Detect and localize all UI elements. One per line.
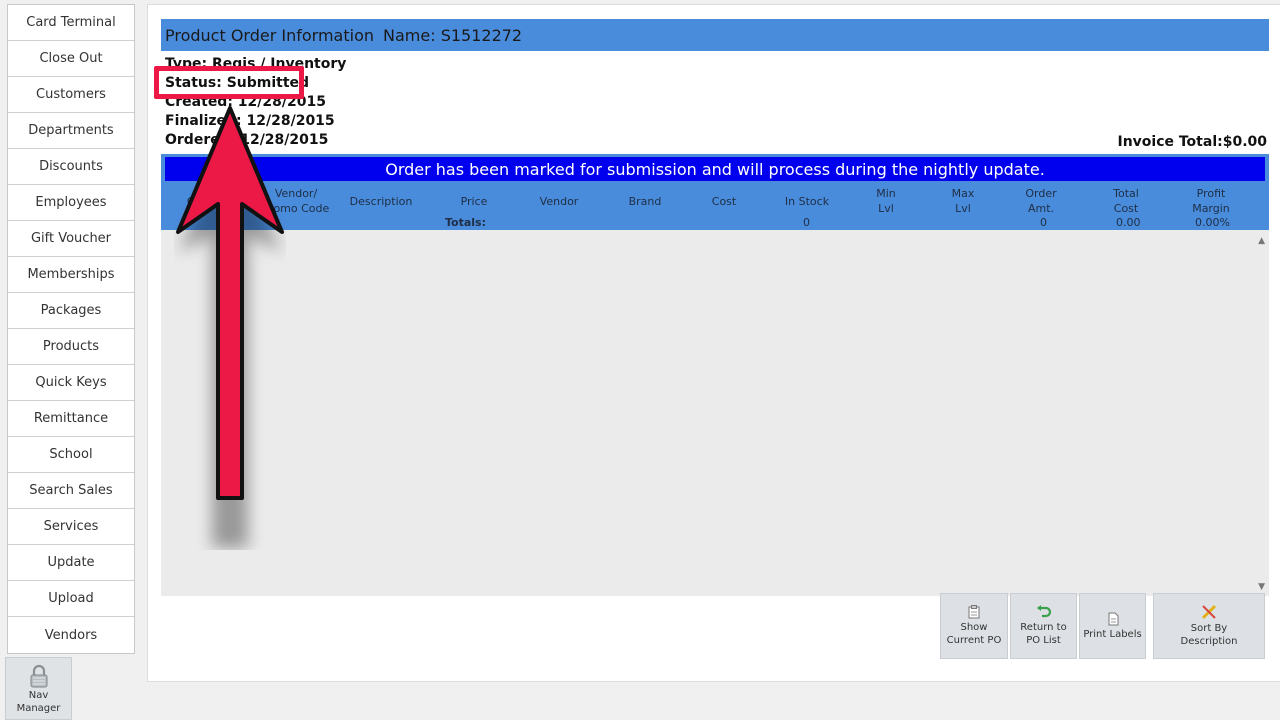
sort-desc-label-1: Sort By — [1190, 623, 1228, 634]
status-highlight-box — [154, 66, 304, 99]
sidebar-item-packages[interactable]: Packages — [8, 293, 134, 329]
clipboard-icon — [968, 605, 980, 619]
sidebar-item-vendors[interactable]: Vendors — [8, 617, 134, 653]
page-title-bar: Product Order Information Name: S1512272 — [161, 19, 1269, 51]
col-code[interactable]: Code — [171, 186, 231, 216]
col-brand[interactable]: Brand — [612, 186, 678, 216]
totals-in-stock: 0 — [803, 216, 810, 229]
totals-total-cost: 0.00 — [1116, 216, 1141, 229]
sidebar-item-gift-voucher[interactable]: Gift Voucher — [8, 221, 134, 257]
submission-message: Order has been marked for submission and… — [165, 157, 1265, 181]
col-cost[interactable]: Cost — [694, 186, 754, 216]
col-vendor[interactable]: Vendor — [526, 186, 592, 216]
invoice-total: Invoice Total:$0.00 — [1117, 134, 1267, 150]
sidebar-item-products[interactable]: Products — [8, 329, 134, 365]
print-labels-label: Print Labels — [1083, 628, 1142, 640]
sort-by-description-button[interactable]: Sort By Description — [1153, 593, 1265, 659]
scroll-up-icon[interactable]: ▲ — [1258, 236, 1265, 246]
sidebar-item-services[interactable]: Services — [8, 509, 134, 545]
sidebar-nav: Card Terminal Close Out Customers Depart… — [7, 4, 135, 654]
col-profit-margin[interactable]: Profit Margin — [1181, 186, 1241, 216]
sidebar-item-customers[interactable]: Customers — [8, 77, 134, 113]
sidebar-item-card-terminal[interactable]: Card Terminal — [8, 5, 134, 41]
col-total-cost[interactable]: Total Cost — [1096, 186, 1156, 216]
totals-profit-margin: 0.00% — [1195, 216, 1230, 229]
col-max-lvl[interactable]: Max Lvl — [933, 186, 993, 216]
sidebar-item-update[interactable]: Update — [8, 545, 134, 581]
grid-header: Code Vendor/Promo Code Description Price… — [161, 184, 1269, 230]
sidebar-item-remittance[interactable]: Remittance — [8, 401, 134, 437]
col-in-stock[interactable]: In Stock — [774, 186, 840, 216]
sidebar-item-school[interactable]: School — [8, 437, 134, 473]
show-po-label-2: Current PO — [946, 635, 1002, 646]
order-grid: Order has been marked for submission and… — [161, 154, 1269, 596]
return-po-label-2: PO List — [1026, 635, 1061, 646]
col-order-amt[interactable]: Order Amt. — [1011, 186, 1071, 216]
pencil-icon — [1201, 604, 1217, 620]
sidebar-item-close-out[interactable]: Close Out — [8, 41, 134, 77]
print-labels-button[interactable]: Print Labels — [1079, 593, 1146, 659]
totals-order-amt: 0 — [1040, 216, 1047, 229]
show-po-label-1: Show — [960, 622, 988, 633]
document-icon — [1108, 612, 1118, 625]
nav-manager-label-2: Manager — [16, 703, 61, 714]
sidebar-item-upload[interactable]: Upload — [8, 581, 134, 617]
sidebar-item-quick-keys[interactable]: Quick Keys — [8, 365, 134, 401]
totals-label: Totals: — [445, 216, 486, 229]
sidebar-item-discounts[interactable]: Discounts — [8, 149, 134, 185]
lock-icon — [30, 664, 47, 688]
order-ordered: Ordered: 12/28/2015 — [165, 132, 329, 148]
col-min-lvl[interactable]: Min Lvl — [856, 186, 916, 216]
scroll-down-icon[interactable]: ▼ — [1258, 582, 1265, 592]
grid-body[interactable]: ▲ ▼ — [161, 230, 1269, 596]
return-icon — [1036, 605, 1051, 618]
page-title: Product Order Information — [165, 25, 375, 45]
order-name: Name: S1512272 — [383, 25, 523, 45]
sidebar-item-memberships[interactable]: Memberships — [8, 257, 134, 293]
col-price[interactable]: Price — [441, 186, 507, 216]
show-current-po-button[interactable]: Show Current PO — [940, 593, 1008, 659]
nav-manager-label-1: Nav — [28, 690, 49, 701]
return-po-label-1: Return to — [1020, 622, 1067, 633]
sort-desc-label-2: Description — [1180, 636, 1238, 647]
sidebar-item-search-sales[interactable]: Search Sales — [8, 473, 134, 509]
submission-banner: Order has been marked for submission and… — [161, 154, 1269, 184]
col-description[interactable]: Description — [341, 186, 421, 216]
col-vendor-promo[interactable]: Vendor/Promo Code — [251, 186, 341, 216]
nav-manager-button[interactable]: Nav Manager — [5, 657, 72, 720]
sidebar-item-employees[interactable]: Employees — [8, 185, 134, 221]
main-panel: Product Order Information Name: S1512272… — [147, 4, 1280, 682]
order-finalized: Finalized: 12/28/2015 — [165, 113, 335, 129]
return-to-po-list-button[interactable]: Return to PO List — [1010, 593, 1077, 659]
sidebar-item-departments[interactable]: Departments — [8, 113, 134, 149]
